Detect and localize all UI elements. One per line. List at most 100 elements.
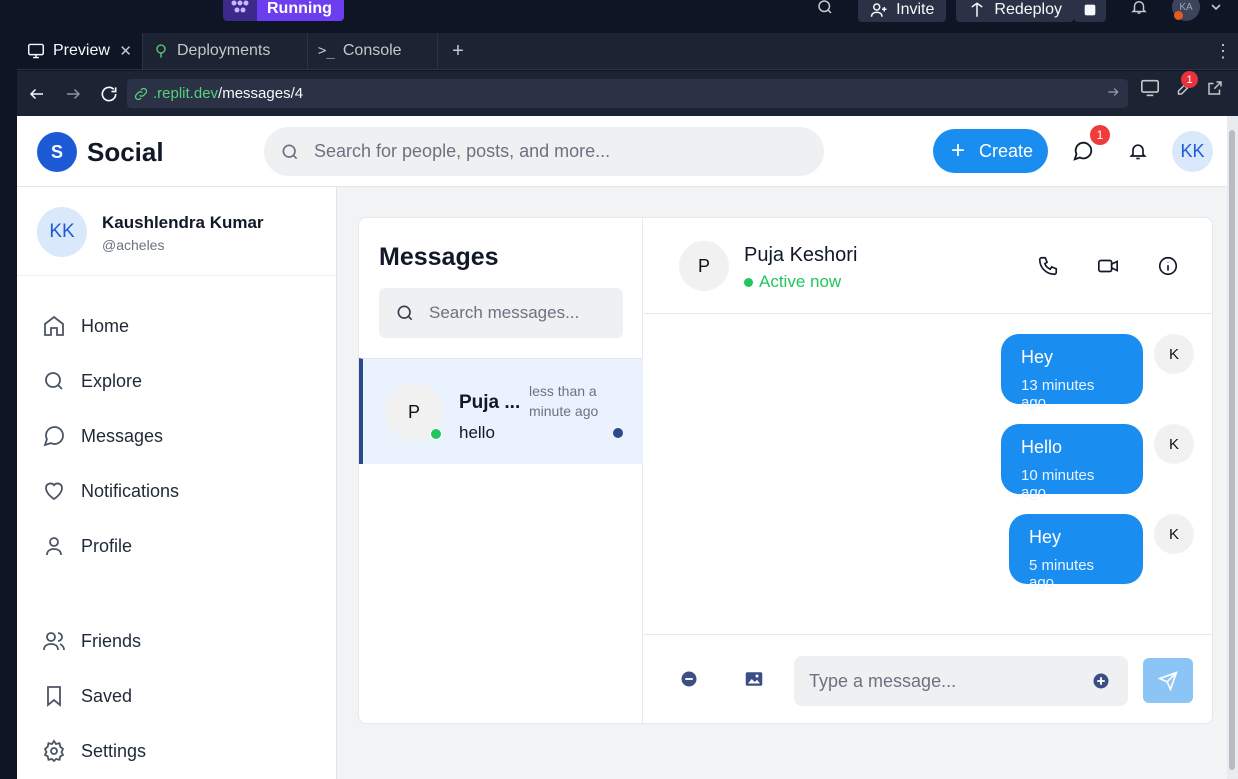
- invite-label: Invite: [896, 1, 935, 18]
- add-circle-icon[interactable]: [1092, 672, 1110, 690]
- users-icon: [43, 632, 65, 651]
- deploy-options-button[interactable]: [1074, 0, 1106, 22]
- message-text: Hello: [1021, 437, 1063, 457]
- create-button[interactable]: + Create: [933, 129, 1048, 173]
- sidebar-item-label: Home: [81, 315, 130, 336]
- chevron-down-icon[interactable]: [1210, 1, 1222, 13]
- forward-icon[interactable]: [55, 76, 91, 112]
- conversation-name: Puja ...: [459, 392, 521, 413]
- sidebar-item-friends[interactable]: Friends: [42, 626, 141, 656]
- info-icon[interactable]: [1156, 254, 1180, 278]
- run-status-label: Running: [257, 0, 344, 21]
- workspace-tabbar: Preview ✕ Deployments >_ Console + ⋮: [17, 33, 1238, 70]
- sidebar-item-messages[interactable]: Messages: [42, 421, 163, 451]
- add-user-icon: [870, 3, 887, 17]
- tab-preview[interactable]: Preview ✕: [17, 33, 143, 69]
- sidebar-item-notifications[interactable]: Notifications: [42, 476, 179, 506]
- message-bubble[interactable]: Hey 13 minutes ago: [1001, 334, 1143, 411]
- add-tab-button[interactable]: +: [438, 33, 478, 69]
- user-card[interactable]: KK Kaushlendra Kumar @acheles: [17, 187, 336, 276]
- list-item[interactable]: P Puja ... less than a minute ago hello: [359, 358, 643, 464]
- preview-scrollbar[interactable]: [1227, 116, 1238, 779]
- brand-name[interactable]: Social: [87, 137, 164, 168]
- user-avatar: KK: [37, 207, 87, 257]
- sidebar-item-saved[interactable]: Saved: [42, 681, 132, 711]
- image-icon[interactable]: [744, 669, 764, 689]
- bell-icon[interactable]: [1130, 0, 1148, 16]
- scrollbar-thumb[interactable]: [1229, 130, 1235, 770]
- sidebar-item-profile[interactable]: Profile: [42, 531, 132, 561]
- message-input[interactable]: [809, 670, 1079, 692]
- message-bubble[interactable]: Hey 5 minutes ago: [1009, 514, 1143, 591]
- tab-console[interactable]: >_ Console: [308, 33, 438, 69]
- video-icon[interactable]: [1096, 254, 1120, 278]
- message-time: 10 minutes ago: [1021, 467, 1095, 501]
- link-icon: [134, 87, 148, 100]
- minus-circle-icon[interactable]: [679, 669, 699, 689]
- avatar[interactable]: KK: [1172, 131, 1213, 172]
- account-initials: KA: [1179, 1, 1193, 13]
- run-status[interactable]: Running: [223, 0, 344, 21]
- redeploy-button[interactable]: Redeploy: [956, 0, 1074, 22]
- messages-panel: Messages P Puja ... less than a minute a…: [358, 217, 1213, 724]
- sidebar-item-settings[interactable]: Settings: [42, 736, 146, 766]
- conversation-preview: hello: [459, 423, 495, 442]
- message-bubble[interactable]: Hello 10 minutes ago: [1001, 424, 1143, 501]
- home-icon: [44, 315, 64, 336]
- sidebar-item-explore[interactable]: Explore: [42, 366, 142, 396]
- app-preview: S Social + Create 1 KK KK Kaushlendra Ku…: [17, 116, 1227, 779]
- url-host: .replit.dev: [153, 85, 219, 102]
- user-name: Kaushlendra Kumar: [102, 213, 264, 232]
- sidebar-item-label: Profile: [81, 535, 133, 556]
- more-options-icon[interactable]: ⋮: [1208, 33, 1238, 69]
- account-status-dot: [1174, 11, 1183, 20]
- bookmark-icon: [47, 686, 61, 707]
- back-icon[interactable]: [19, 76, 55, 112]
- close-icon[interactable]: ✕: [119, 42, 132, 60]
- run-icon: [223, 0, 257, 21]
- sidebar-item-home[interactable]: Home: [42, 311, 129, 341]
- online-indicator: [744, 277, 753, 287]
- avatar[interactable]: P: [679, 241, 729, 291]
- deployments-icon: [156, 44, 166, 58]
- send-button[interactable]: [1143, 658, 1193, 703]
- status-label: Active now: [759, 272, 842, 291]
- tab-preview-label: Preview: [53, 42, 110, 59]
- devtools-badge: 1: [1181, 71, 1198, 88]
- global-search[interactable]: [264, 127, 824, 176]
- chat-window: P Puja Keshori Active now Hey 13 minutes…: [644, 218, 1212, 723]
- tab-console-label: Console: [342, 42, 402, 59]
- search-icon: [45, 372, 63, 390]
- sidebar-item-label: Notifications: [81, 480, 180, 501]
- url-field[interactable]: .replit.dev/messages/4: [127, 79, 1128, 108]
- open-external-icon[interactable]: [1206, 79, 1224, 102]
- tab-deployments[interactable]: Deployments: [143, 33, 308, 69]
- search-input[interactable]: [314, 141, 794, 162]
- bell-icon[interactable]: [1125, 138, 1151, 164]
- search-messages-input[interactable]: [429, 303, 609, 323]
- plus-icon: +: [951, 137, 966, 164]
- avatar: K: [1154, 334, 1194, 374]
- chat-contact-name[interactable]: Puja Keshori: [744, 244, 857, 267]
- terminal-icon: >_: [318, 43, 335, 59]
- logo-icon[interactable]: S: [37, 132, 77, 172]
- message-composer: [644, 634, 1212, 723]
- chat-header: P Puja Keshori Active now: [644, 218, 1212, 314]
- status-badge: Active now: [744, 272, 841, 292]
- devtools-icon[interactable]: 1: [1174, 71, 1198, 102]
- phone-icon[interactable]: [1036, 254, 1060, 278]
- message-input-field[interactable]: [794, 656, 1128, 706]
- invite-button[interactable]: Invite: [858, 0, 947, 22]
- reload-icon[interactable]: [91, 76, 127, 112]
- url-path: /messages/4: [218, 85, 304, 102]
- app-header: S Social + Create 1 KK: [17, 116, 1227, 187]
- arrow-right-icon[interactable]: [1106, 85, 1120, 103]
- search-icon[interactable]: [816, 0, 834, 16]
- window-icon: [1084, 4, 1096, 16]
- device-icon[interactable]: [1140, 79, 1160, 102]
- conversation-search[interactable]: [379, 288, 623, 338]
- account-avatar[interactable]: KA: [1172, 0, 1200, 21]
- message-time: 5 minutes ago: [1029, 557, 1095, 591]
- online-indicator: [430, 428, 442, 440]
- messages-icon[interactable]: 1: [1070, 125, 1110, 164]
